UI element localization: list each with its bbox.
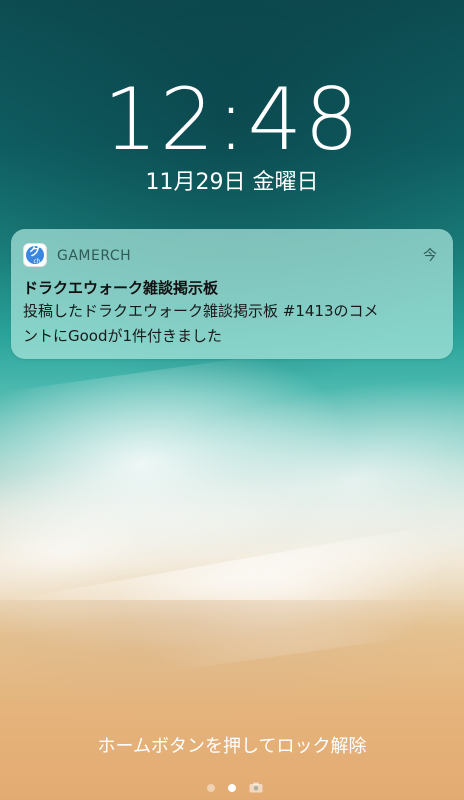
notification-card[interactable]: グ ch GAMERCH 今 ドラクエウォーク雑談掲示板 投稿したドラクエウォー…	[11, 229, 453, 359]
page-dot[interactable]	[207, 784, 215, 792]
notification-header: グ ch GAMERCH 今	[23, 243, 441, 269]
lock-screen: 12:48 11月29日 金曜日 グ ch GAMERCH 今 ドラクエウォーク…	[0, 0, 464, 800]
page-indicator[interactable]	[0, 781, 464, 795]
lock-clock: 12:48	[103, 70, 361, 170]
notification-app-name: GAMERCH	[57, 248, 132, 264]
unlock-hint: ホームボタンを押してロック解除	[97, 736, 367, 757]
notification-body-line: ントにGoodが1件付きました	[23, 327, 223, 345]
notification-time: 今	[423, 248, 437, 264]
notification-title: ドラクエウォーク雑談掲示板	[23, 279, 219, 297]
camera-icon[interactable]	[249, 782, 263, 793]
gamerch-app-icon: グ ch	[23, 243, 47, 267]
notification-body-line: 投稿したドラクエウォーク雑談掲示板 #1413のコメ	[23, 302, 379, 320]
wallpaper-sand	[0, 600, 464, 720]
lock-date: 11月29日 金曜日	[145, 170, 319, 195]
notification-body: 投稿したドラクエウォーク雑談掲示板 #1413のコメ ントにGoodが1件付きま…	[23, 299, 437, 349]
app-icon-sub: ch	[33, 258, 41, 265]
page-dot-active[interactable]	[228, 784, 236, 792]
